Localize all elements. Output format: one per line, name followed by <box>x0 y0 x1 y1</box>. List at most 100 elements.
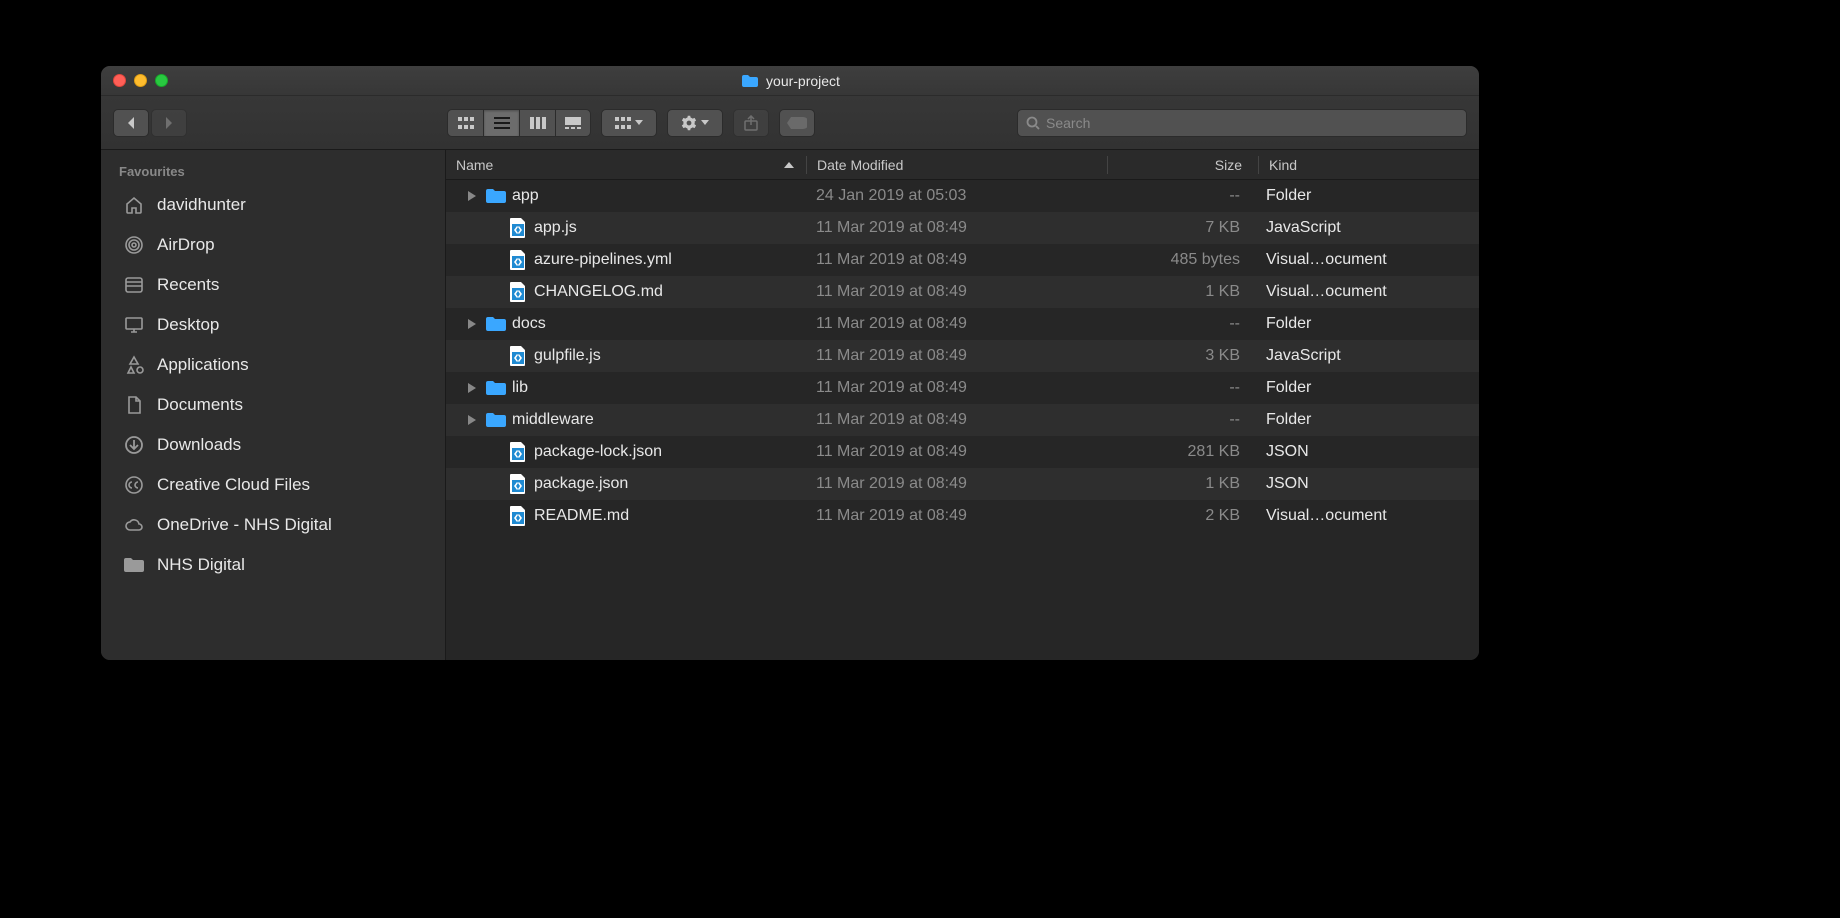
file-date: 11 Mar 2019 at 08:49 <box>806 411 1106 429</box>
share-button[interactable] <box>733 109 769 137</box>
file-row[interactable]: app24 Jan 2019 at 05:03--Folder <box>446 180 1479 212</box>
sidebar-item-label: Desktop <box>157 315 219 335</box>
file-row[interactable]: gulpfile.js11 Mar 2019 at 08:493 KBJavaS… <box>446 340 1479 372</box>
file-kind: Folder <box>1256 315 1479 333</box>
file-name: middleware <box>512 411 594 429</box>
file-icon <box>508 282 528 302</box>
file-size: -- <box>1106 315 1256 333</box>
file-name: package.json <box>534 475 628 493</box>
search-input[interactable] <box>1046 115 1458 131</box>
file-size: 7 KB <box>1106 219 1256 237</box>
window-title: your-project <box>740 71 840 91</box>
sidebar-item[interactable]: NHS Digital <box>101 545 445 585</box>
disclosure-triangle-icon[interactable] <box>464 412 480 428</box>
file-row[interactable]: lib11 Mar 2019 at 08:49--Folder <box>446 372 1479 404</box>
file-kind: JSON <box>1256 443 1479 461</box>
file-row[interactable]: package-lock.json11 Mar 2019 at 08:49281… <box>446 436 1479 468</box>
sidebar-item-label: OneDrive - NHS Digital <box>157 515 332 535</box>
sidebar-item[interactable]: Creative Cloud Files <box>101 465 445 505</box>
folder-icon <box>486 186 506 206</box>
column-size[interactable]: Size <box>1108 157 1258 173</box>
sidebar-item[interactable]: Recents <box>101 265 445 305</box>
file-icon <box>508 346 528 366</box>
window-title-text: your-project <box>766 73 840 89</box>
file-row[interactable]: package.json11 Mar 2019 at 08:491 KBJSON <box>446 468 1479 500</box>
file-row[interactable]: README.md11 Mar 2019 at 08:492 KBVisual…… <box>446 500 1479 532</box>
file-row[interactable]: CHANGELOG.md11 Mar 2019 at 08:491 KBVisu… <box>446 276 1479 308</box>
file-row[interactable]: docs 11 Mar 2019 at 08:49--Folder <box>446 308 1479 340</box>
sidebar-item-label: Downloads <box>157 435 241 455</box>
column-name[interactable]: Name <box>446 157 806 173</box>
view-icons-button[interactable] <box>447 109 483 137</box>
sidebar: Favourites davidhunter AirDrop Recents Desk… <box>101 150 446 660</box>
group-by-button[interactable] <box>601 109 657 137</box>
file-date: 11 Mar 2019 at 08:49 <box>806 315 1106 333</box>
file-name: app <box>512 187 539 205</box>
sidebar-heading: Favourites <box>101 160 445 185</box>
file-name: CHANGELOG.md <box>534 283 663 301</box>
view-columns-button[interactable] <box>519 109 555 137</box>
folder-icon <box>486 378 506 398</box>
sidebar-item[interactable]: AirDrop <box>101 225 445 265</box>
sidebar-item-label: davidhunter <box>157 195 246 215</box>
maximize-button[interactable] <box>155 74 168 87</box>
disclosure-triangle-icon[interactable] <box>464 380 480 396</box>
action-button[interactable] <box>667 109 723 137</box>
file-row[interactable]: middleware 11 Mar 2019 at 08:49--Folder <box>446 404 1479 436</box>
chevron-down-icon <box>635 120 643 125</box>
column-date[interactable]: Date Modified <box>807 157 1107 173</box>
column-kind[interactable]: Kind <box>1259 157 1479 173</box>
file-icon <box>508 250 528 270</box>
file-name: docs <box>512 315 546 333</box>
sidebar-item[interactable]: Downloads <box>101 425 445 465</box>
file-date: 11 Mar 2019 at 08:49 <box>806 219 1106 237</box>
sidebar-item-label: NHS Digital <box>157 555 245 575</box>
folder-icon <box>486 410 506 430</box>
sidebar-item[interactable]: Documents <box>101 385 445 425</box>
finder-window: your-project <box>100 65 1480 661</box>
file-name: app.js <box>534 219 577 237</box>
file-icon <box>508 474 528 494</box>
view-mode-segment <box>447 109 591 137</box>
view-gallery-button[interactable] <box>555 109 591 137</box>
file-kind: JavaScript <box>1256 219 1479 237</box>
file-kind: Visual…ocument <box>1256 251 1479 269</box>
disclosure-triangle-icon[interactable] <box>464 188 480 204</box>
cc-icon <box>123 474 145 496</box>
sidebar-item-label: Creative Cloud Files <box>157 475 310 495</box>
sidebar-item[interactable]: OneDrive - NHS Digital <box>101 505 445 545</box>
back-button[interactable] <box>113 109 149 137</box>
sidebar-item[interactable]: davidhunter <box>101 185 445 225</box>
folder-icon <box>486 314 506 334</box>
forward-button[interactable] <box>151 109 187 137</box>
close-button[interactable] <box>113 74 126 87</box>
minimize-button[interactable] <box>134 74 147 87</box>
gear-icon <box>681 115 697 131</box>
sidebar-item[interactable]: Applications <box>101 345 445 385</box>
file-name: package-lock.json <box>534 443 662 461</box>
file-name: gulpfile.js <box>534 347 601 365</box>
file-list[interactable]: app24 Jan 2019 at 05:03--Folderapp.js11 … <box>446 180 1479 660</box>
file-row[interactable]: azure-pipelines.yml11 Mar 2019 at 08:494… <box>446 244 1479 276</box>
file-date: 11 Mar 2019 at 08:49 <box>806 251 1106 269</box>
file-icon <box>508 506 528 526</box>
file-date: 11 Mar 2019 at 08:49 <box>806 283 1106 301</box>
toolbar <box>101 96 1479 150</box>
file-size: -- <box>1106 411 1256 429</box>
folder-icon <box>740 71 760 91</box>
search-box[interactable] <box>1017 109 1467 137</box>
file-row[interactable]: app.js 11 Mar 2019 at 08:497 KBJavaScript <box>446 212 1479 244</box>
view-list-button[interactable] <box>483 109 519 137</box>
apps-icon <box>123 354 145 376</box>
sidebar-item[interactable]: Desktop <box>101 305 445 345</box>
disclosure-triangle-icon[interactable] <box>464 316 480 332</box>
search-icon <box>1026 116 1040 130</box>
tags-button[interactable] <box>779 109 815 137</box>
file-kind: Folder <box>1256 379 1479 397</box>
file-date: 24 Jan 2019 at 05:03 <box>806 187 1106 205</box>
sidebar-item-label: AirDrop <box>157 235 215 255</box>
file-kind: Folder <box>1256 411 1479 429</box>
file-date: 11 Mar 2019 at 08:49 <box>806 443 1106 461</box>
file-kind: Visual…ocument <box>1256 507 1479 525</box>
airdrop-icon <box>123 234 145 256</box>
